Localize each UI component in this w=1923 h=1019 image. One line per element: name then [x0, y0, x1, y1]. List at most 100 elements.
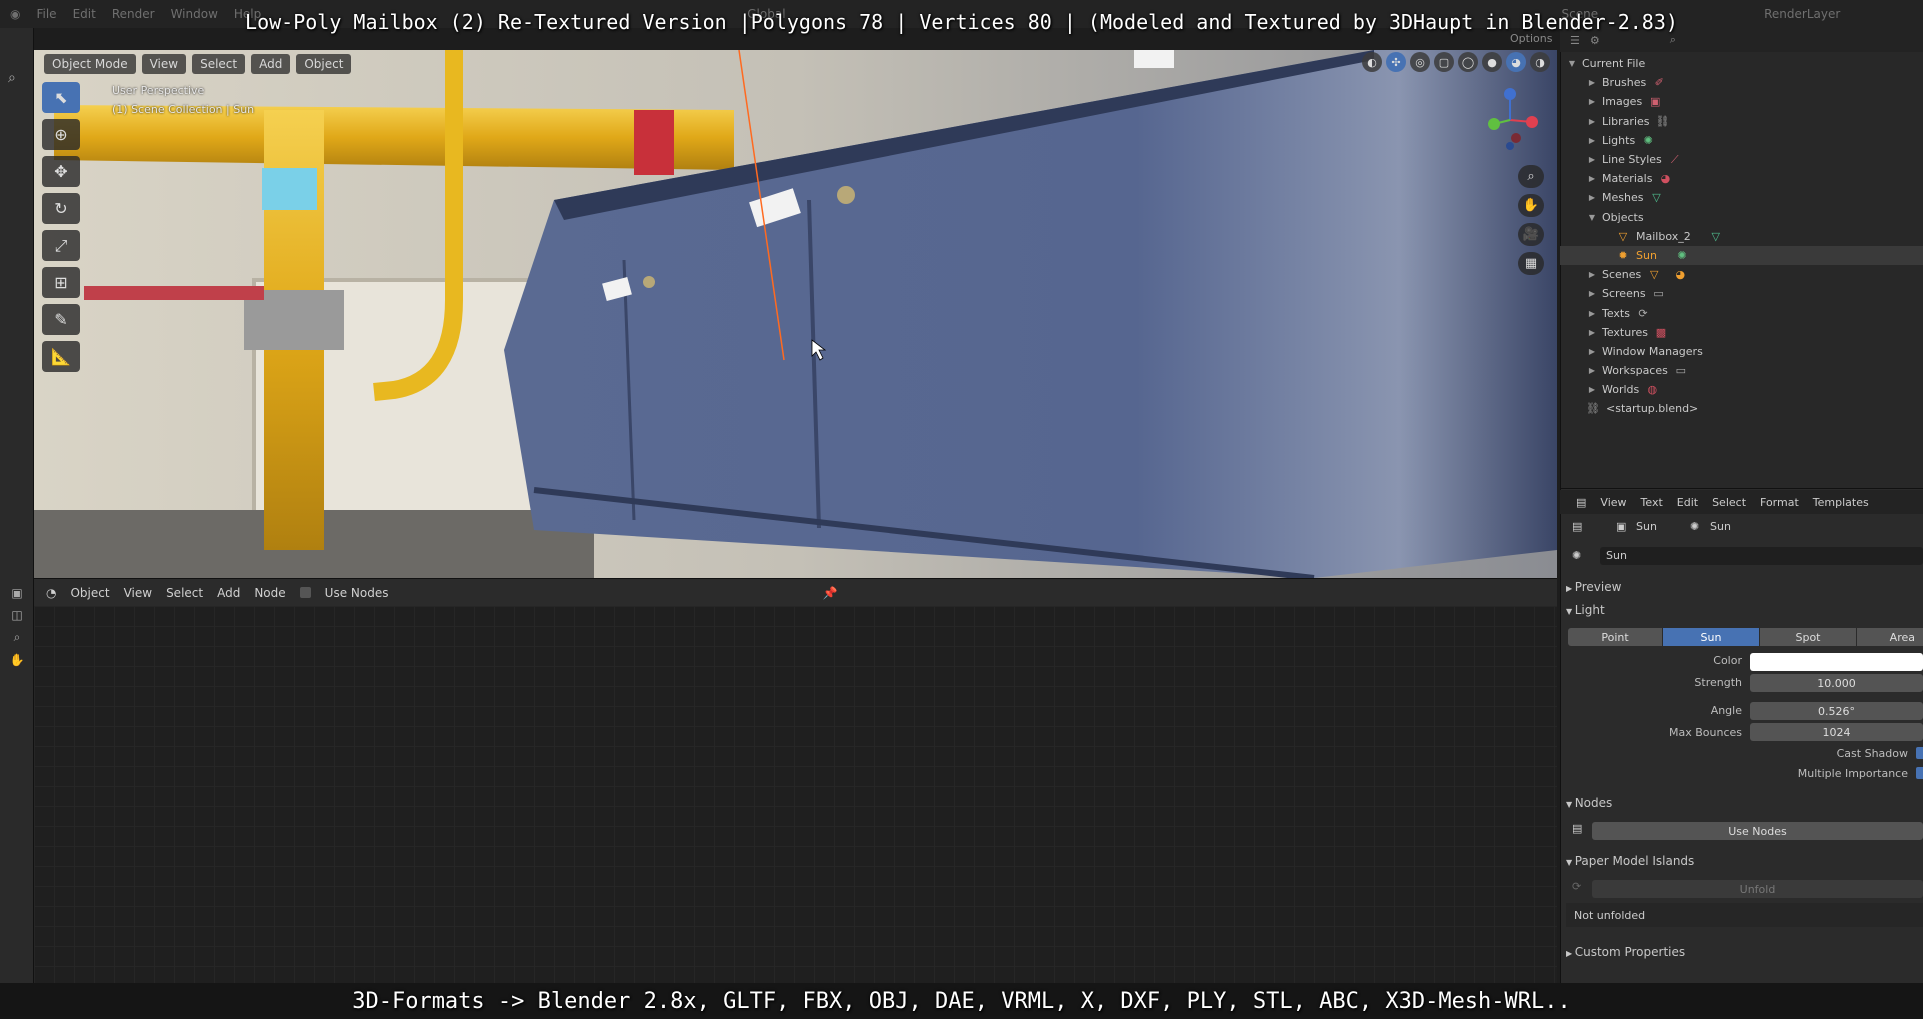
search-icon[interactable]: ⌕ [8, 70, 33, 86]
display-mode-icon[interactable]: ⚙ [1590, 34, 1600, 47]
viewport-menu-object[interactable]: Object [296, 54, 352, 74]
solid-shading-icon[interactable]: ● [1482, 52, 1502, 72]
3d-viewport[interactable] [34, 50, 1557, 578]
zoom-icon[interactable]: ⌕ [1518, 165, 1544, 188]
object-breadcrumb[interactable]: Sun [1636, 520, 1657, 533]
pan-hand-icon[interactable]: ✋ [1518, 194, 1544, 217]
light-data-icon[interactable]: ✺ [1572, 549, 1581, 562]
outliner-search-icon[interactable]: ⌕ [1670, 33, 1676, 47]
text-menu-text[interactable]: Text [1641, 496, 1663, 509]
cast-shadow-checkbox[interactable] [1916, 747, 1923, 759]
outliner-item-line-styles[interactable]: ▶ Line Styles ⟋ [1560, 150, 1923, 169]
datablock-name-field[interactable]: Sun [1600, 547, 1923, 565]
menu-edit[interactable]: Edit [73, 7, 96, 21]
light-type-spot[interactable]: Spot [1760, 628, 1856, 646]
angle-field[interactable]: 0.526° [1750, 702, 1923, 720]
outliner-item-materials[interactable]: ▶ Materials ◕ [1560, 169, 1923, 188]
light-type-point[interactable]: Point [1568, 628, 1662, 646]
image-tool-icon[interactable]: ▣ [11, 586, 22, 600]
outliner-root-row[interactable]: ▼ Current File [1560, 54, 1923, 73]
y-axis-icon[interactable] [1488, 118, 1500, 130]
overlay-toggle-icon[interactable]: ◎ [1410, 52, 1430, 72]
material-shading-icon[interactable]: ◕ [1506, 52, 1526, 72]
outliner-item-textures[interactable]: ▶ Textures ▩ [1560, 323, 1923, 342]
custom-properties-header[interactable]: ▶ Custom Properties [1566, 945, 1685, 959]
outliner-item-workspaces[interactable]: ▶ Workspaces ▭ [1560, 361, 1923, 380]
menu-file[interactable]: File [36, 7, 56, 21]
outliner-item-brushes[interactable]: ▶ Brushes ✐ [1560, 73, 1923, 92]
scene-selector[interactable]: Scene [1562, 7, 1599, 21]
measure-icon[interactable]: 📐 [42, 341, 80, 372]
menu-help[interactable]: Help [234, 7, 261, 21]
outliner-item-worlds[interactable]: ▶ Worlds ◍ [1560, 380, 1923, 399]
text-editor-type-icon[interactable]: ▤ [1576, 496, 1586, 509]
outliner-item-scenes[interactable]: ▶ Scenes ▽ ◕ [1560, 265, 1923, 284]
outliner-editor-icon[interactable]: ☰ [1570, 34, 1580, 47]
editor-type-icon[interactable]: ◔ [46, 586, 56, 600]
node-menu-add[interactable]: Add [217, 586, 240, 600]
node-menu-select[interactable]: Select [166, 586, 203, 600]
paper-model-panel-header[interactable]: ▼ Paper Model Islands [1566, 854, 1694, 868]
outliner-item-texts[interactable]: ▶ Texts ⟳ [1560, 303, 1923, 322]
outliner-item-meshes[interactable]: ▶ Meshes ▽ [1560, 188, 1923, 207]
gizmo-toggle-icon[interactable]: ✣ [1386, 52, 1406, 72]
outliner-item-libraries[interactable]: ▶ Libraries ⛓ [1560, 112, 1923, 131]
light-panel-header[interactable]: ▼ Light [1566, 603, 1605, 617]
viewport-menu-view[interactable]: View [141, 54, 187, 74]
camera-view-icon[interactable]: 🎥 [1518, 223, 1544, 246]
z-axis-icon[interactable] [1504, 88, 1516, 100]
blender-logo-icon[interactable]: ◉ [10, 7, 20, 21]
orientation-dropdown[interactable]: Global [747, 7, 785, 21]
node-menu-node[interactable]: Node [254, 586, 285, 600]
text-menu-format[interactable]: Format [1760, 496, 1799, 509]
outliner-item-mailbox[interactable]: ▽ Mailbox_2 ▽ [1560, 227, 1923, 246]
nodes-panel-header[interactable]: ▼ Nodes [1566, 796, 1612, 810]
cursor-icon[interactable]: ⊕ [42, 119, 80, 150]
node-menu-view[interactable]: View [124, 586, 152, 600]
annotate-icon[interactable]: ✎ [42, 304, 80, 335]
color-swatch[interactable] [1750, 653, 1923, 671]
rotate-icon[interactable]: ↻ [42, 193, 80, 224]
use-nodes-checkbox[interactable] [299, 587, 311, 598]
properties-type-icon[interactable]: ▤ [1572, 520, 1582, 533]
frame-tool-icon[interactable]: ◫ [11, 608, 22, 622]
menu-render[interactable]: Render [112, 7, 155, 21]
render-layer-selector[interactable]: RenderLayer [1764, 7, 1840, 21]
outliner-item-window-managers[interactable]: ▶ Window Managers [1560, 342, 1923, 361]
scale-icon[interactable]: ⤢ [42, 230, 80, 261]
ortho-grid-icon[interactable]: ▦ [1518, 252, 1544, 275]
light-type-area[interactable]: Area [1857, 628, 1923, 646]
viewport-menu-add[interactable]: Add [251, 54, 291, 74]
zoom-tool-icon[interactable]: ⌕ [14, 630, 21, 645]
outliner-item-sun[interactable]: ✹ Sun ✺ [1560, 245, 1923, 266]
menu-window[interactable]: Window [171, 7, 218, 21]
light-breadcrumb[interactable]: Sun [1710, 520, 1731, 533]
outliner-item-lights[interactable]: ▶ Lights ✺ [1560, 131, 1923, 150]
outliner-item-objects[interactable]: ▼ Objects [1560, 208, 1923, 227]
text-menu-templates[interactable]: Templates [1813, 496, 1869, 509]
navigation-gizmo[interactable] [1470, 80, 1550, 160]
visibility-icon[interactable]: ◐ [1362, 52, 1382, 72]
hand-tool-icon[interactable]: ✋ [10, 653, 25, 667]
wireframe-shading-icon[interactable]: ◯ [1458, 52, 1478, 72]
text-menu-view[interactable]: View [1600, 496, 1626, 509]
text-menu-edit[interactable]: Edit [1677, 496, 1698, 509]
unfold-button[interactable]: Unfold [1592, 880, 1923, 898]
preview-panel-header[interactable]: ▶ Preview [1566, 580, 1621, 594]
use-nodes-button[interactable]: Use Nodes [1592, 822, 1923, 840]
shader-type-dropdown[interactable]: Object [70, 586, 109, 600]
strength-field[interactable]: 10.000 [1750, 674, 1923, 692]
node-editor-canvas[interactable] [34, 606, 1557, 983]
pin-icon[interactable]: 📌 [822, 586, 837, 600]
light-type-sun[interactable]: Sun [1663, 628, 1759, 646]
x-axis-icon[interactable] [1526, 116, 1538, 128]
object-mode-dropdown[interactable]: Object Mode [44, 54, 136, 74]
transform-icon[interactable]: ⊞ [42, 267, 80, 298]
text-menu-select[interactable]: Select [1712, 496, 1746, 509]
outliner-item-images[interactable]: ▶ Images ▣ [1560, 92, 1923, 111]
viewport-menu-select[interactable]: Select [192, 54, 246, 74]
outliner-item-startup-blend[interactable]: ⛓ <startup.blend> [1560, 399, 1923, 418]
xray-toggle-icon[interactable]: ▢ [1434, 52, 1454, 72]
move-icon[interactable]: ✥ [42, 156, 80, 187]
outliner-item-screens[interactable]: ▶ Screens ▭ [1560, 284, 1923, 303]
